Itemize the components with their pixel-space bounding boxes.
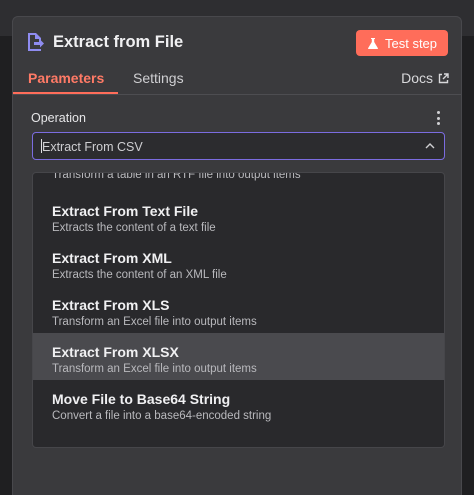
option-title: Extract From Text File [52,203,199,219]
docs-label: Docs [401,70,433,86]
option-description: Convert a file into a base64-encoded str… [52,410,272,422]
option-description: Transform an Excel file into output item… [52,316,257,328]
operation-dropdown-list: Transform a table in an RTF file into ou… [32,172,445,448]
tab-parameters[interactable]: Parameters [28,70,104,86]
node-details-panel: Extract from File Test step Parameters S… [12,16,462,495]
option-description: Transform a table in an RTF file into ou… [52,172,301,181]
operation-label: Operation [31,111,86,125]
test-step-label: Test step [384,35,438,51]
operation-select[interactable]: Extract From CSV [32,132,445,160]
option-title: Move File to Base64 String [52,391,231,407]
option-description: Extracts the content of an XML file [52,269,227,281]
option-title: Extract From XML [52,250,172,266]
flask-icon [368,37,378,49]
chevron-up-icon [425,143,435,149]
docs-link[interactable]: Docs [401,70,449,86]
node-title: Extract from File [53,33,184,51]
external-link-icon [438,72,449,83]
file-export-icon [28,33,44,51]
panel-header: Extract from File Test step [13,17,461,67]
option-description: Extracts the content of a text file [52,222,216,234]
operation-value: Extract From CSV [42,140,143,154]
option-description: Transform an Excel file into output item… [52,363,257,375]
option-title: Extract From XLS [52,297,170,313]
option-extract-from-xlsx[interactable]: Extract From XLSX Transform an Excel fil… [33,333,444,380]
tab-bar: Parameters Settings Docs [13,67,461,95]
tab-settings[interactable]: Settings [133,70,184,86]
active-tab-indicator [13,92,118,94]
option-extract-from-xls[interactable]: Extract From XLS Transform an Excel file… [33,286,444,333]
option-move-file-to-base64-string[interactable]: Move File to Base64 String Convert a fil… [33,380,444,427]
parameter-options-icon[interactable] [435,111,441,125]
test-step-button[interactable]: Test step [356,30,448,56]
option-extract-from-text-file[interactable]: Extract From Text File Extracts the cont… [33,192,444,239]
option-extract-from-xml[interactable]: Extract From XML Extracts the content of… [33,239,444,286]
option-title: Extract From XLSX [52,344,179,360]
